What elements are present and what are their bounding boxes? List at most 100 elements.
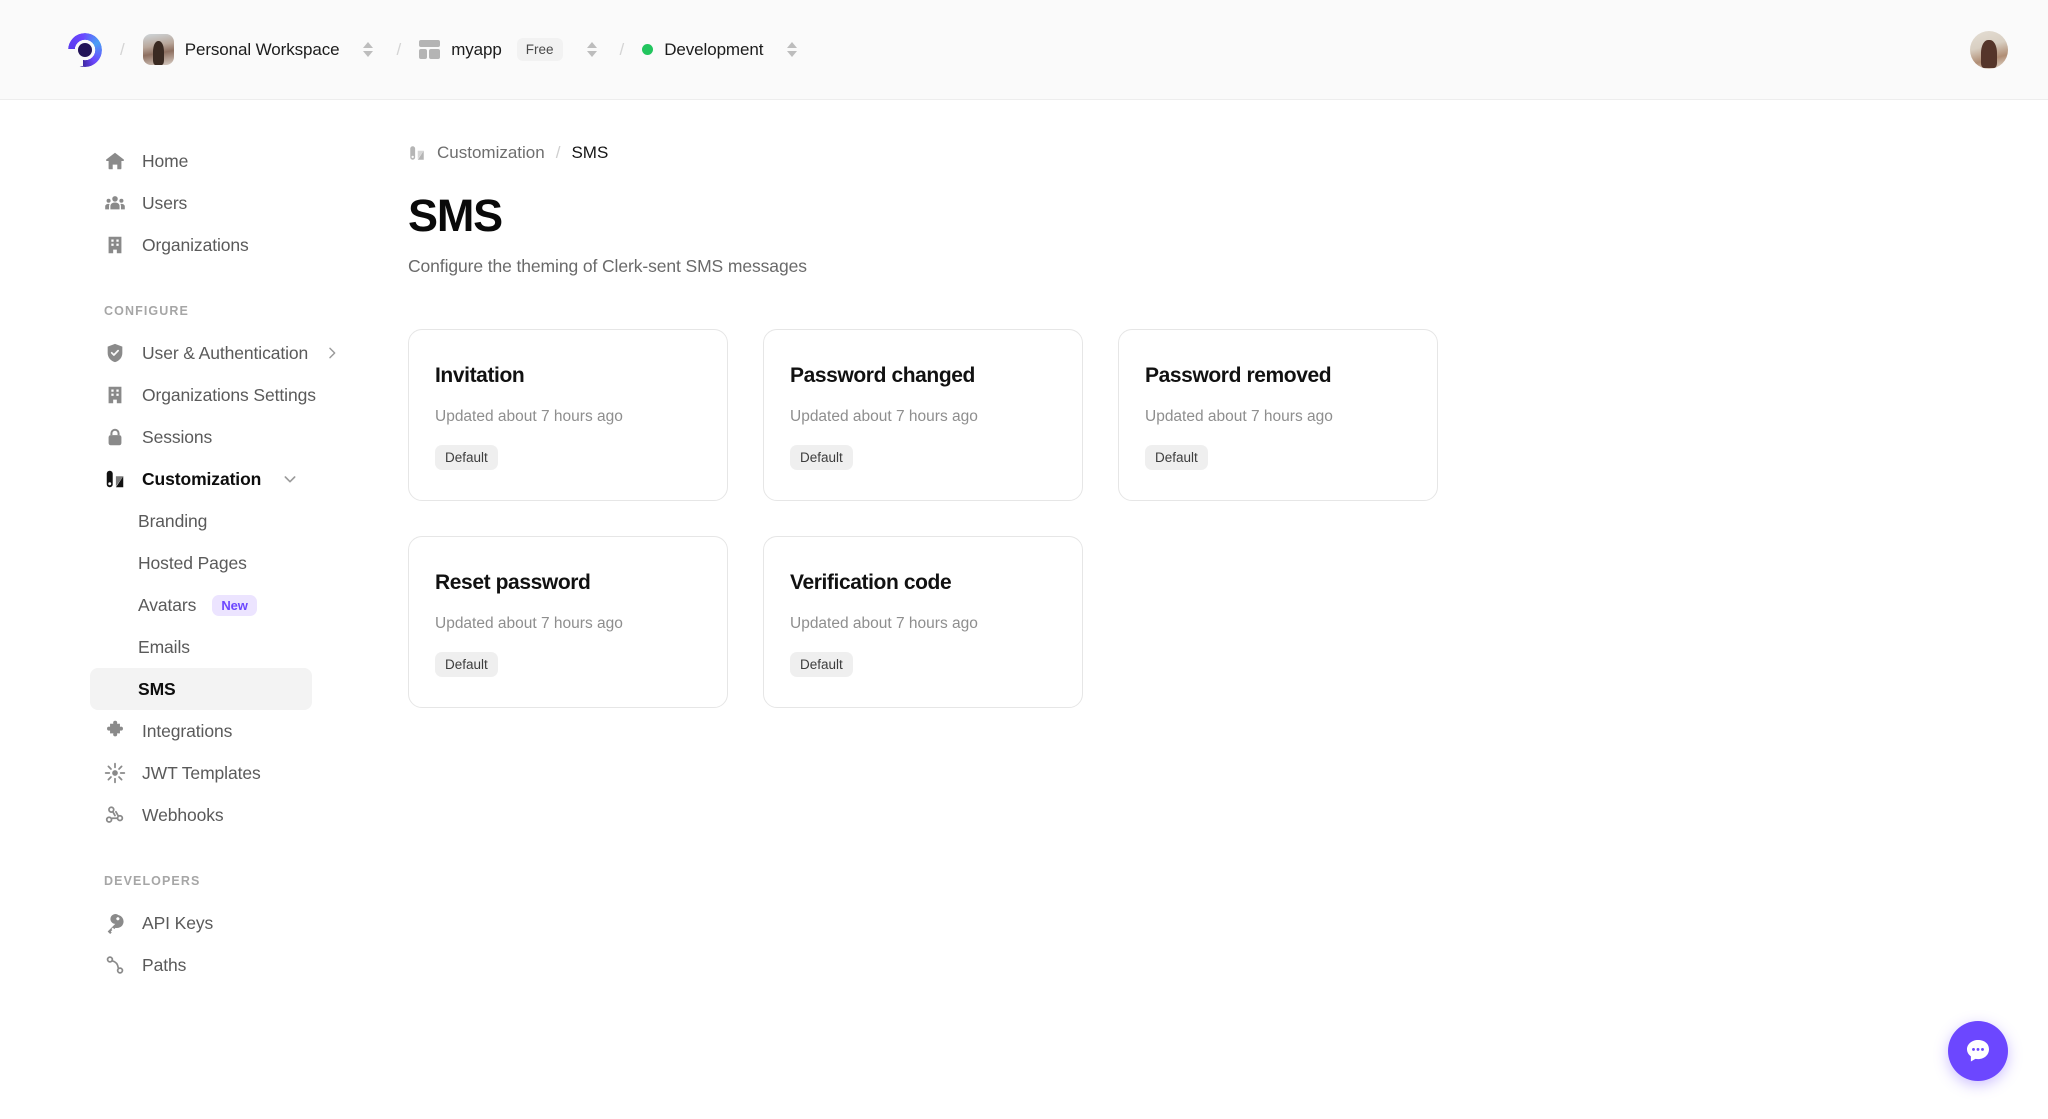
application-switcher[interactable]: myapp Free	[419, 38, 601, 61]
template-updated: Updated about 7 hours ago	[435, 408, 623, 426]
template-updated: Updated about 7 hours ago	[435, 615, 623, 633]
sidebar-item-hosted-pages[interactable]: Hosted Pages	[90, 542, 312, 584]
burst-icon	[104, 762, 126, 784]
sidebar-item-emails[interactable]: Emails	[90, 626, 312, 668]
sidebar-item-organizations-settings[interactable]: Organizations Settings	[90, 374, 316, 416]
sidebar-item-label: Branding	[138, 510, 208, 531]
sidebar-item-avatars[interactable]: Avatars New	[90, 584, 312, 626]
environment-status-dot	[642, 44, 654, 55]
sidebar-item-home[interactable]: Home	[90, 140, 312, 182]
chat-bubble-icon	[1963, 1036, 1993, 1066]
paths-icon	[104, 954, 126, 976]
sidebar-item-jwt-templates[interactable]: JWT Templates	[90, 752, 312, 794]
topbar-separator-3: /	[619, 39, 625, 59]
topbar-separator-1: /	[120, 39, 125, 59]
customization-icon	[104, 468, 126, 490]
sidebar-item-label: Webhooks	[142, 804, 224, 825]
workspace-name: Personal Workspace	[184, 39, 340, 59]
sidebar-item-webhooks[interactable]: Webhooks	[90, 794, 312, 836]
top-bar: / Personal Workspace / myapp Free / Deve…	[0, 0, 2048, 100]
breadcrumb-separator: /	[555, 143, 561, 162]
sms-template-card-password-changed[interactable]: Password changed Updated about 7 hours a…	[763, 329, 1083, 502]
breadcrumb-parent[interactable]: Customization	[437, 143, 545, 163]
plan-badge: Free	[516, 38, 563, 61]
lock-icon	[104, 426, 126, 448]
sms-template-card-verification-code[interactable]: Verification code Updated about 7 hours …	[763, 536, 1083, 709]
status-badge: Default	[435, 652, 498, 678]
user-avatar[interactable]	[1970, 30, 2008, 69]
sidebar-item-integrations[interactable]: Integrations	[90, 710, 312, 752]
template-updated: Updated about 7 hours ago	[1145, 408, 1333, 426]
workspace-avatar	[142, 34, 174, 65]
template-updated: Updated about 7 hours ago	[790, 408, 978, 426]
sidebar-item-label: Customization	[142, 468, 262, 489]
key-icon	[104, 912, 126, 934]
topbar-separator-2: /	[396, 39, 402, 59]
home-icon	[104, 150, 126, 172]
sidebar-item-label: Organizations	[142, 234, 249, 255]
sidebar-group-configure: CONFIGURE	[104, 304, 189, 318]
sidebar-item-branding[interactable]: Branding	[90, 500, 312, 542]
sidebar-item-label: Hosted Pages	[138, 552, 247, 573]
webhook-icon	[104, 804, 126, 826]
sms-template-card-password-removed[interactable]: Password removed Updated about 7 hours a…	[1118, 329, 1438, 502]
sidebar-item-sms[interactable]: SMS	[90, 668, 312, 710]
page-title: SMS	[408, 190, 503, 241]
sidebar-item-organizations[interactable]: Organizations	[90, 224, 312, 266]
sidebar-item-user-authentication[interactable]: User & Authentication	[90, 332, 336, 374]
main-content: Customization / SMS SMS Configure the th…	[408, 100, 2048, 1119]
sms-template-card-reset-password[interactable]: Reset password Updated about 7 hours ago…	[408, 536, 728, 709]
sidebar-item-label: Home	[142, 150, 189, 171]
chevron-right-icon[interactable]	[324, 345, 340, 361]
status-badge: Default	[790, 652, 853, 678]
customization-icon	[408, 144, 426, 162]
sidebar-group-developers: DEVELOPERS	[104, 874, 201, 888]
sidebar-item-label: Organizations Settings	[142, 384, 316, 405]
chevron-updown-icon[interactable]	[782, 42, 802, 57]
template-title: Verification code	[790, 571, 952, 595]
environment-switcher[interactable]: Development	[642, 40, 802, 60]
sidebar-item-label: Users	[142, 192, 188, 213]
status-badge: Default	[1145, 445, 1208, 471]
sms-template-grid: Invitation Updated about 7 hours ago Def…	[408, 329, 1988, 709]
environment-name: Development	[664, 39, 764, 59]
new-badge: New	[212, 594, 257, 616]
sidebar-item-label: User & Authentication	[142, 342, 309, 363]
app-grid-icon	[419, 40, 441, 59]
chat-widget-button[interactable]	[1948, 1021, 2008, 1081]
building-icon	[104, 384, 126, 406]
breadcrumb-current: SMS	[571, 143, 609, 162]
template-updated: Updated about 7 hours ago	[790, 615, 978, 633]
chevron-updown-icon[interactable]	[358, 42, 378, 57]
sidebar-item-label: Paths	[142, 954, 187, 975]
sidebar-item-label: Avatars	[138, 594, 197, 615]
template-title: Invitation	[435, 364, 525, 388]
workspace-switcher[interactable]: Personal Workspace	[142, 34, 379, 65]
sidebar-item-sessions[interactable]: Sessions	[90, 416, 312, 458]
sidebar-item-users[interactable]: Users	[90, 182, 312, 224]
sidebar-item-label: Integrations	[142, 720, 233, 741]
sidebar: Home Users Organizations CONFIGURE User …	[0, 100, 408, 1119]
sms-template-card-invitation[interactable]: Invitation Updated about 7 hours ago Def…	[408, 329, 728, 502]
template-title: Reset password	[435, 571, 591, 595]
sidebar-item-label: API Keys	[142, 912, 214, 933]
building-icon	[104, 234, 126, 256]
status-badge: Default	[790, 445, 853, 471]
puzzle-icon	[104, 720, 126, 742]
breadcrumb: Customization / SMS	[408, 140, 1988, 166]
application-name: myapp	[451, 39, 502, 59]
users-icon	[104, 192, 126, 214]
sidebar-item-paths[interactable]: Paths	[90, 944, 312, 986]
sidebar-item-label: JWT Templates	[142, 762, 261, 783]
template-title: Password removed	[1145, 364, 1332, 388]
clerk-logo-icon[interactable]	[66, 32, 102, 67]
template-title: Password changed	[790, 364, 975, 388]
chevron-down-icon[interactable]	[282, 471, 298, 487]
chevron-updown-icon[interactable]	[582, 42, 602, 57]
sidebar-item-label: Sessions	[142, 426, 213, 447]
status-badge: Default	[435, 445, 498, 471]
sidebar-item-customization[interactable]: Customization	[90, 458, 312, 500]
sidebar-item-label: SMS	[138, 678, 176, 699]
sidebar-item-api-keys[interactable]: API Keys	[90, 902, 312, 944]
app-shell: Home Users Organizations CONFIGURE User …	[0, 100, 2048, 1119]
